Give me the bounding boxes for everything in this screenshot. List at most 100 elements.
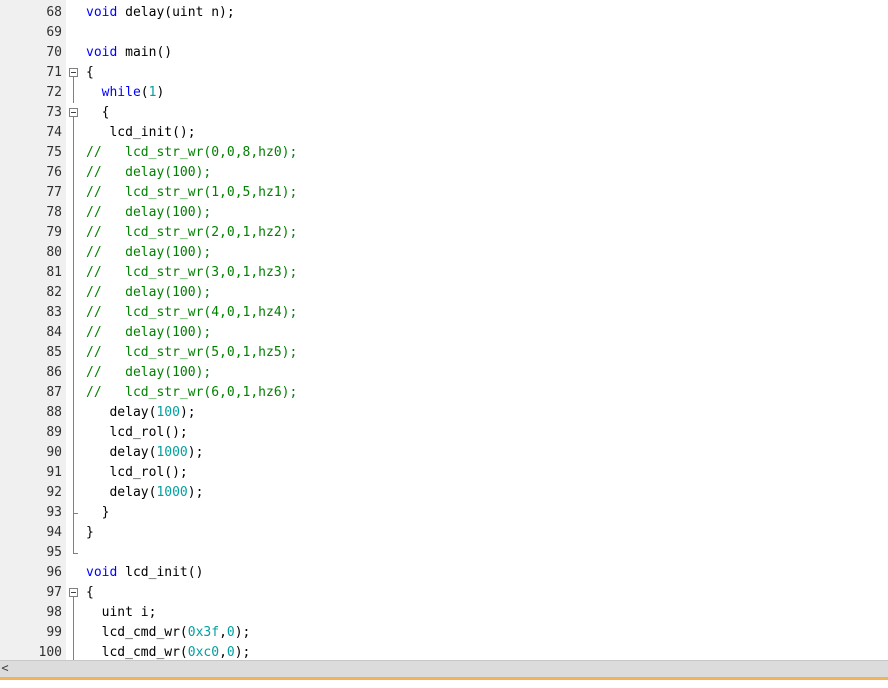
code-line[interactable]: 98 uint i; <box>0 603 888 623</box>
code-token: // delay(100); <box>86 165 212 180</box>
code-line[interactable]: 73 { <box>0 103 888 123</box>
fold-line-icon <box>66 343 82 363</box>
code-token: void <box>86 565 118 580</box>
code-line[interactable]: 78 // delay(100); <box>0 203 888 223</box>
code-editor[interactable]: 68 void delay(uint n); 69 70 void main() 71 {7… <box>0 0 888 660</box>
code-text: // delay(100); <box>86 243 211 263</box>
code-token: // lcd_str_wr(4,0,1,hz4); <box>86 305 298 320</box>
code-line[interactable]: 90 delay(1000); <box>0 443 888 463</box>
code-line[interactable]: 88 delay(100); <box>0 403 888 423</box>
code-line[interactable]: 97 { <box>0 583 888 603</box>
code-token: } <box>86 525 94 540</box>
fold-line-icon <box>66 383 82 403</box>
code-line[interactable]: 77 // lcd_str_wr(1,0,5,hz1); <box>0 183 888 203</box>
code-text: // lcd_str_wr(2,0,1,hz2); <box>86 223 297 243</box>
code-line[interactable]: 69 <box>0 23 888 43</box>
line-number: 68 <box>46 5 62 20</box>
code-text: delay(1000); <box>86 443 203 463</box>
code-token: // lcd_str_wr(1,0,5,hz1); <box>86 185 298 200</box>
fold-line-icon <box>66 243 82 263</box>
line-number: 70 <box>46 45 62 60</box>
code-line[interactable]: 100 lcd_cmd_wr(0xc0,0); <box>0 643 888 660</box>
code-token: ); <box>187 485 204 500</box>
code-line[interactable]: 95 <box>0 543 888 563</box>
code-token: // delay(100); <box>86 325 212 340</box>
code-line[interactable]: 80 // delay(100); <box>0 243 888 263</box>
code-line[interactable]: 84 // delay(100); <box>0 323 888 343</box>
code-token: delay(uint n); <box>117 5 235 20</box>
code-token: ); <box>179 405 196 420</box>
fold-end-icon <box>66 503 82 523</box>
line-number: 75 <box>46 145 62 160</box>
code-token: { <box>86 65 94 80</box>
line-number: 71 <box>46 65 62 80</box>
line-number: 90 <box>46 445 62 460</box>
fold-toggle-icon[interactable] <box>66 103 82 123</box>
line-number: 69 <box>46 25 62 40</box>
code-line[interactable]: 75 // lcd_str_wr(0,0,8,hz0); <box>0 143 888 163</box>
code-text: // lcd_str_wr(1,0,5,hz1); <box>86 183 297 203</box>
code-token: delay( <box>86 445 157 460</box>
line-number: 95 <box>46 545 62 560</box>
code-line[interactable]: 99 lcd_cmd_wr(0x3f,0); <box>0 623 888 643</box>
code-line[interactable]: 81 // lcd_str_wr(3,0,1,hz3); <box>0 263 888 283</box>
code-line[interactable]: 82 // delay(100); <box>0 283 888 303</box>
code-token: delay( <box>86 485 157 500</box>
code-line[interactable]: 76 // delay(100); <box>0 163 888 183</box>
code-token: } <box>86 505 110 520</box>
code-text: // lcd_str_wr(0,0,8,hz0); <box>86 143 297 163</box>
code-text: // lcd_str_wr(4,0,1,hz4); <box>86 303 297 323</box>
code-line[interactable]: 93 } <box>0 503 888 523</box>
code-line[interactable]: 94} <box>0 523 888 543</box>
fold-line-icon <box>66 303 82 323</box>
code-token: // lcd_str_wr(2,0,1,hz2); <box>86 225 298 240</box>
code-text: { <box>86 63 94 83</box>
code-line[interactable]: 70 void main() <box>0 43 888 63</box>
fold-end-icon <box>66 543 82 563</box>
line-number: 83 <box>46 305 62 320</box>
line-number: 96 <box>46 565 62 580</box>
code-token: void <box>86 5 118 20</box>
fold-toggle-icon[interactable] <box>66 583 82 603</box>
code-text: } <box>86 523 94 543</box>
code-line[interactable]: 83 // lcd_str_wr(4,0,1,hz4); <box>0 303 888 323</box>
code-line[interactable]: 91 lcd_rol(); <box>0 463 888 483</box>
code-text: void delay(uint n); <box>86 3 235 23</box>
code-token: lcd_cmd_wr( <box>86 625 188 640</box>
code-text: // lcd_str_wr(3,0,1,hz3); <box>86 263 297 283</box>
fold-blank <box>66 23 82 43</box>
code-line[interactable]: 89 lcd_rol(); <box>0 423 888 443</box>
code-text: delay(1000); <box>86 483 203 503</box>
fold-line-icon <box>66 623 82 643</box>
code-line[interactable]: 72 while(1) <box>0 83 888 103</box>
code-text: lcd_init(); <box>86 123 195 143</box>
code-line[interactable]: 92 delay(1000); <box>0 483 888 503</box>
horizontal-scrollbar[interactable]: < <box>0 660 888 677</box>
code-line[interactable]: 87 // lcd_str_wr(6,0,1,hz6); <box>0 383 888 403</box>
code-line[interactable]: 96 void lcd_init() <box>0 563 888 583</box>
code-token: // lcd_str_wr(3,0,1,hz3); <box>86 265 298 280</box>
code-line[interactable]: 71 { <box>0 63 888 83</box>
line-number: 93 <box>46 505 62 520</box>
code-line[interactable]: 86 // delay(100); <box>0 363 888 383</box>
code-token: ) <box>156 85 165 100</box>
line-number: 100 <box>38 645 62 660</box>
code-token: lcd_cmd_wr( <box>86 645 188 660</box>
code-token: 0xc0 <box>187 645 220 660</box>
code-token: 1000 <box>156 445 188 460</box>
code-line[interactable]: 74 lcd_init(); <box>0 123 888 143</box>
line-number: 73 <box>46 105 62 120</box>
code-token: ); <box>187 445 204 460</box>
scroll-left-arrow-icon[interactable]: < <box>0 661 10 678</box>
code-text: lcd_cmd_wr(0xc0,0); <box>86 643 251 660</box>
code-token: // delay(100); <box>86 365 212 380</box>
code-line[interactable]: 79 // lcd_str_wr(2,0,1,hz2); <box>0 223 888 243</box>
code-text: // delay(100); <box>86 203 211 223</box>
fold-line-icon <box>66 603 82 623</box>
fold-toggle-icon[interactable] <box>66 63 82 83</box>
line-number: 77 <box>46 185 62 200</box>
code-line[interactable]: 68 void delay(uint n); <box>0 3 888 23</box>
code-text: lcd_rol(); <box>86 463 187 483</box>
code-token: 1000 <box>156 485 188 500</box>
code-line[interactable]: 85 // lcd_str_wr(5,0,1,hz5); <box>0 343 888 363</box>
